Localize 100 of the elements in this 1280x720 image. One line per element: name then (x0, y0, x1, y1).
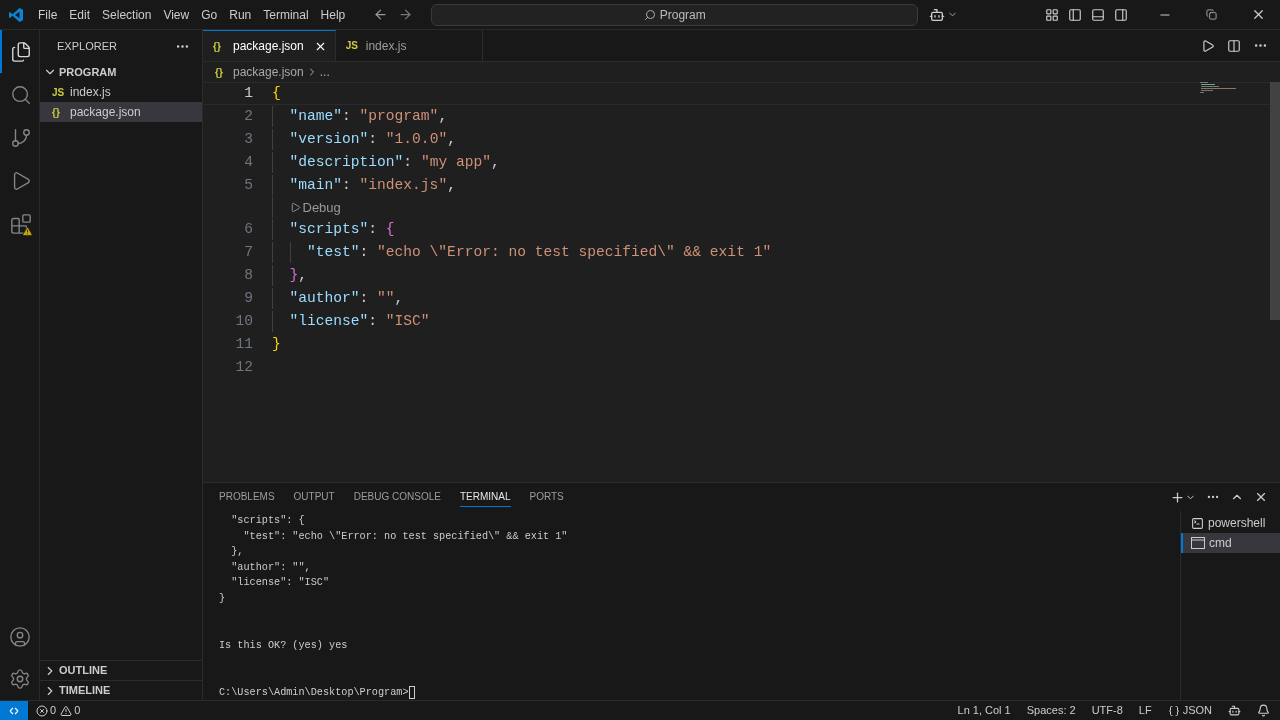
editor-tab[interactable]: JS index.js (335, 30, 484, 61)
language-status[interactable]: JSON (1167, 702, 1212, 719)
terminal-list-item[interactable]: powershell (1181, 513, 1280, 533)
file-type-icon: JS (345, 38, 362, 53)
panel-tab[interactable]: PROBLEMS (219, 487, 275, 507)
terminal-name: cmd (1209, 535, 1232, 552)
search-field[interactable]: Program (431, 3, 919, 26)
search-icon (9, 83, 32, 106)
code-text: "main": "index.js", (289, 176, 456, 195)
line-number: 8 (243, 266, 253, 285)
forward-icon[interactable] (398, 7, 414, 22)
code-text: { (272, 84, 281, 103)
explorer-entry[interactable]: JS index.js (40, 82, 202, 102)
panel-tab[interactable]: TERMINAL (459, 487, 511, 507)
terminal-line: "scripts": { (230, 514, 306, 528)
section-label: TIMELINE (59, 683, 111, 699)
files-icon (9, 40, 32, 63)
file-type-icon: {} (52, 104, 68, 120)
new-terminal-icon[interactable] (1170, 489, 1185, 505)
breadcrumb-item[interactable]: ... (319, 63, 330, 81)
terminal-line: "license": "ISC" (230, 576, 331, 591)
search-icon (643, 8, 656, 21)
menu-item[interactable]: Go (195, 5, 224, 24)
file-name: index.js (70, 84, 111, 101)
line-number: 2 (243, 107, 253, 126)
panel-tab[interactable]: PORTS (529, 487, 564, 507)
status-item[interactable]: UTF-8 (1091, 702, 1123, 719)
toggle-sidebar-icon[interactable] (1068, 7, 1082, 22)
restore-icon[interactable] (1206, 9, 1217, 20)
folder-label: PROGRAM (59, 64, 117, 80)
menu-item[interactable]: Run (223, 5, 258, 24)
close-icon[interactable] (1251, 7, 1266, 22)
code-text: "version": "1.0.0", (289, 130, 456, 149)
panel-tab[interactable]: DEBUG CONSOLE (353, 487, 441, 507)
play-icon (289, 202, 301, 213)
code-text: "test": "echo \"Error: no test specified\" && exit 1" (307, 243, 772, 262)
terminal-prompt: C:\Users\Admin\Desktop\Program> (219, 685, 409, 700)
file-type-icon: {} (213, 38, 229, 54)
file-type-icon: JS (52, 84, 68, 100)
sidebar-title: EXPLORER (57, 38, 117, 54)
folder-header[interactable]: PROGRAM (40, 62, 202, 82)
line-number: 9 (243, 289, 253, 308)
close-panel-icon[interactable] (1254, 490, 1268, 504)
notifications-icon[interactable] (1257, 704, 1270, 717)
menu-item[interactable]: Edit (63, 5, 97, 24)
code-text: "description": "my app", (289, 153, 500, 172)
copilot-button[interactable] (929, 6, 959, 23)
menu-item[interactable]: Selection (96, 5, 158, 24)
customize-layout-icon[interactable] (1045, 7, 1059, 22)
status-item[interactable]: LF (1138, 702, 1152, 719)
terminal-name: powershell (1208, 515, 1266, 532)
section-header[interactable]: OUTLINE (40, 660, 202, 680)
terminal-cursor (408, 685, 415, 699)
file-type-icon: {} (215, 64, 231, 80)
line-number: 3 (243, 130, 253, 149)
panel-tab[interactable]: OUTPUT (293, 487, 335, 507)
copilot-status-icon[interactable] (1228, 704, 1241, 717)
terminal-icon (1191, 516, 1204, 530)
problems-status[interactable]: 0 0 (36, 702, 81, 719)
menu-item[interactable]: File (32, 5, 64, 24)
editor-tab[interactable]: {} package.json (203, 30, 336, 61)
settings-icon[interactable] (8, 668, 31, 690)
menu-item[interactable]: Terminal (257, 5, 315, 24)
app-logo-icon (8, 6, 24, 23)
line-number: 10 (234, 312, 253, 331)
file-name: package.json (70, 104, 141, 121)
status-item[interactable]: Ln 1, Col 1 (957, 702, 1011, 719)
line-number: 6 (243, 220, 253, 239)
status-item[interactable]: Spaces: 2 (1026, 702, 1076, 719)
code-text: } (272, 335, 281, 354)
toggle-secondary-sidebar-icon[interactable] (1114, 7, 1128, 22)
scrollbar-thumb[interactable] (1270, 82, 1280, 320)
line-number: 1 (243, 84, 253, 103)
split-editor-icon[interactable] (1227, 38, 1241, 53)
line-number: 5 (243, 176, 253, 195)
menu-item[interactable]: View (157, 5, 196, 24)
extensions-icon (9, 212, 32, 235)
line-number: 11 (234, 335, 253, 354)
copilot-icon (929, 6, 946, 23)
section-header[interactable]: TIMELINE (40, 680, 202, 700)
breadcrumb-item[interactable]: package.json (233, 63, 304, 81)
run-icon[interactable] (1201, 38, 1215, 53)
toggle-panel-icon[interactable] (1091, 7, 1105, 22)
menu-item[interactable]: Help (314, 5, 352, 24)
code-text: }, (289, 266, 308, 285)
explorer-entry[interactable]: {} package.json (40, 102, 202, 122)
accounts-icon[interactable] (8, 626, 31, 648)
back-icon[interactable] (373, 7, 389, 22)
debug-codelens[interactable]: Debug (289, 197, 341, 218)
tab-label: index.js (365, 37, 407, 55)
terminal-list-item[interactable]: cmd (1181, 533, 1280, 553)
error-count: 0 (50, 703, 57, 719)
terminal-line: "author": "", (230, 560, 312, 575)
code-text: "author": "", (289, 289, 404, 308)
language-label: JSON (1182, 703, 1212, 719)
tab-label: package.json (233, 38, 304, 55)
code-text: "name": "program", (289, 107, 448, 126)
remote-button[interactable] (0, 701, 28, 720)
terminal-line: Is this OK? (yes) yes (219, 638, 349, 653)
braces-icon (1167, 704, 1180, 717)
